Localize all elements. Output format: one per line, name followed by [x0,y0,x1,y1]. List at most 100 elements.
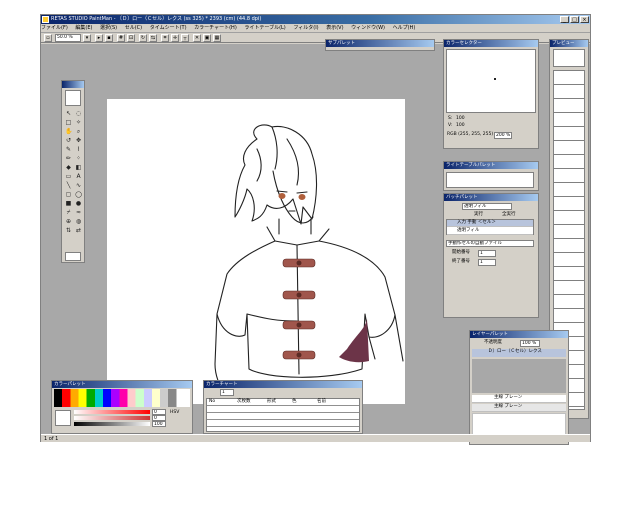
fill-rect-icon[interactable]: ■ [64,199,73,207]
grid-icon[interactable]: # [117,34,125,42]
g-slider[interactable] [74,416,150,420]
move-tool-icon[interactable]: ✥ [74,136,83,144]
menu-colorchart[interactable]: カラーチャート(H) [194,25,237,31]
rgb-readout: RGB (255, 255, 255) [447,132,494,137]
menu-timesheet[interactable]: タイムシート(T) [150,25,187,31]
opacity-field[interactable]: 100 % [520,340,540,347]
curve-icon[interactable]: ∿ [74,181,83,189]
chart-grid[interactable]: No 次枚数 形式 色 名前 [206,398,360,432]
frame-icon[interactable]: ▪ [105,34,113,42]
line-icon[interactable]: ╲ [64,181,73,189]
swap-icon[interactable]: ⇅ [64,226,73,234]
text-icon[interactable]: A [74,172,83,180]
menu-file[interactable]: ファイル(F) [41,25,68,31]
start-field[interactable]: 1 [478,250,496,257]
layout-icon[interactable]: ▦ [213,34,221,42]
minimize-button[interactable]: _ [560,16,569,23]
color-selector-title: カラーセレクター [444,40,538,47]
rotate-icon[interactable]: ↻ [139,34,147,42]
sub-palette-title: サブパレット [326,40,434,47]
swatch-grid[interactable] [54,389,190,407]
menu-cell[interactable]: セル(C) [125,25,142,31]
ellipse-icon[interactable]: ◯ [74,190,83,198]
batch-settings-label[interactable]: 全実行 [502,212,516,218]
window-title: RETAS STUDIO PaintMan - 〔Ｄ〕ロー（Ｃセル）レクス (s… [51,16,262,22]
stamp-icon[interactable]: ⊕ [64,217,73,225]
airbrush-icon[interactable]: ⁘ [74,154,83,162]
v-label: V: [448,123,453,128]
gradient-icon[interactable]: ◧ [74,163,83,171]
v-value: 100 [456,123,465,128]
rotate-tool-icon[interactable]: ↺ [64,136,73,144]
rect-icon[interactable]: ▢ [64,190,73,198]
percent-field[interactable]: 200 % [494,132,512,139]
crop-icon[interactable]: ⌗ [161,34,169,42]
batch-file-option[interactable]: 手動作セルの自動ファイル [446,240,534,247]
color-mode[interactable]: HSV [170,410,179,416]
marquee-icon[interactable]: □ [64,118,73,126]
color-well[interactable] [65,252,81,261]
move-icon[interactable]: ✛ [171,34,179,42]
layer-row[interactable]: 主線 プレーン [472,404,566,412]
zoom-dropdown-icon[interactable]: ▾ [83,34,91,42]
app-icon [42,16,49,23]
menu-select[interactable]: 選択(S) [100,25,117,31]
color-chart-palette: カラーチャート 1 No 次枚数 形式 色 名前 [203,380,363,434]
flip-icon[interactable]: ⇆ [149,34,157,42]
wand-icon[interactable]: ✧ [74,118,83,126]
reset-icon[interactable]: ⇄ [74,226,83,234]
new-icon[interactable]: ▫ [44,34,52,42]
pen-icon[interactable]: ✎ [64,145,73,153]
batch-item[interactable]: 透明フィル [447,228,533,235]
start-label: 開始番号 [452,250,470,255]
play-icon[interactable]: ▸ [95,34,103,42]
layer-row[interactable]: 主線 プレーン [472,395,566,403]
ruler-icon[interactable]: ┬ [181,34,189,42]
menu-filter[interactable]: フィルタ(I) [293,25,318,31]
fit-icon[interactable]: ⊡ [127,34,135,42]
zoom-icon[interactable]: ⌕ [74,127,83,135]
tools-titlebar [62,81,84,88]
smudge-icon[interactable]: ≈ [74,208,83,216]
color-palette-title: カラーパレット [52,381,192,388]
batch-item[interactable]: 入力 手動 ＜セル＞ [447,220,533,227]
fill-ellipse-icon[interactable]: ● [74,199,83,207]
pointer-icon[interactable]: ↖ [64,109,73,117]
chart-page-field[interactable]: 1 [220,389,234,396]
light-table-list[interactable] [446,172,534,188]
r-slider[interactable] [74,410,150,414]
hand-icon[interactable]: ✋ [64,127,73,135]
menu-window[interactable]: ウィンドウ(W) [351,25,385,31]
menu-lighttable[interactable]: ライトテーブル(L) [244,25,285,31]
batch-run-label[interactable]: 実行 [474,212,483,218]
brush-icon[interactable]: ⌇ [74,145,83,153]
blur-icon[interactable]: ◍ [74,217,83,225]
fill-icon[interactable]: ▣ [203,34,211,42]
color-chart-title: カラーチャート [204,381,362,388]
menu-edit[interactable]: 編集(E) [75,25,92,31]
zoom-field[interactable]: 50.0 % [55,34,81,42]
pencil-icon[interactable]: ✏ [64,154,73,162]
end-field[interactable]: 1 [478,259,496,266]
active-layer-row[interactable]: Ｄ〕ロー（Ｃセル）レクス [472,349,566,357]
preview-thumbnail[interactable] [553,49,585,67]
cross-icon[interactable]: ✕ [193,34,201,42]
opacity-label: 不透明度 [484,340,502,345]
eraser-icon[interactable]: ▭ [64,172,73,180]
tools-palette: ↖ ◌ □ ✧ ✋ ⌕ ↺ ✥ ✎ ⌇ ✏ ⁘ ◆ ◧ ▭ A ╲ ∿ ▢ ◯ [61,80,85,263]
swatch-row[interactable] [54,389,190,407]
drawing-canvas[interactable] [107,99,405,404]
menu-help[interactable]: ヘルプ(H) [393,25,416,31]
bucket-icon[interactable]: ◆ [64,163,73,171]
close-button[interactable]: × [580,16,589,23]
eyedropper-icon[interactable]: ⌿ [64,208,73,216]
current-color-swatch[interactable] [55,410,71,426]
batch-dropdown[interactable]: 透明フィル [462,203,512,210]
lasso-icon[interactable]: ◌ [74,109,83,117]
color-picker-area[interactable] [446,49,536,113]
chart-header: 色 [292,399,297,404]
maximize-button[interactable]: □ [570,16,579,23]
menu-view[interactable]: 表示(V) [326,25,343,31]
b-value[interactable]: 100 [152,421,166,427]
b-slider[interactable] [74,422,150,426]
